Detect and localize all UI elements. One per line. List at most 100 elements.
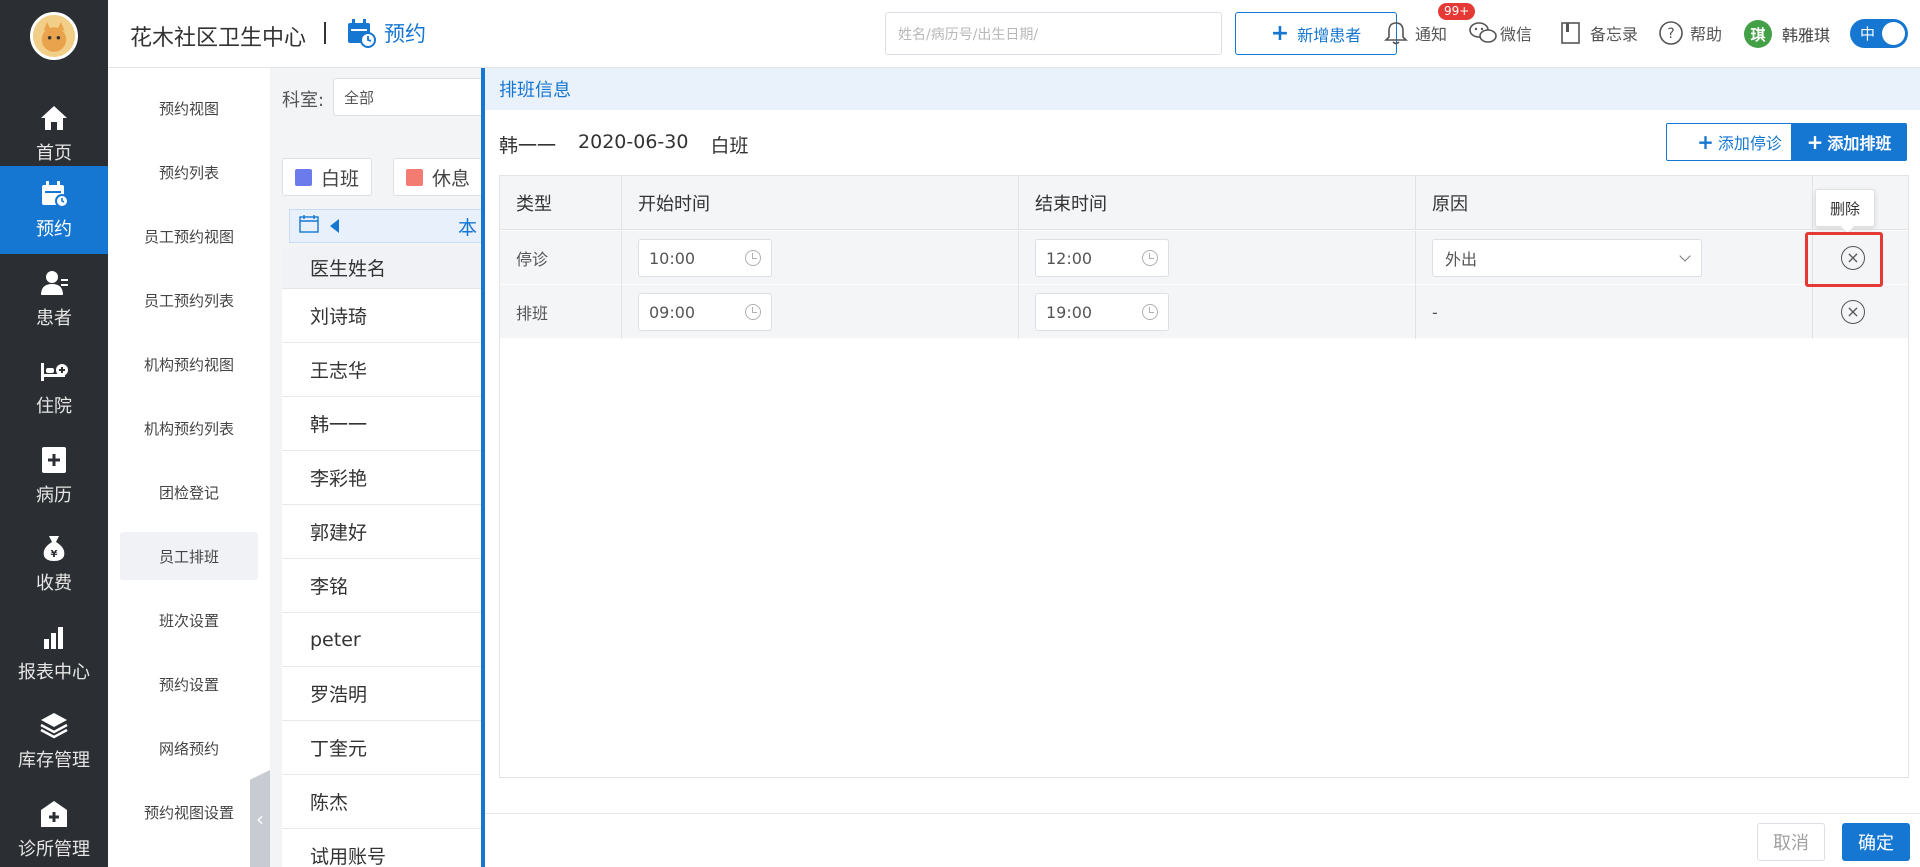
- sub-item-shift-settings[interactable]: 班次设置: [120, 596, 258, 644]
- nav-item-reports[interactable]: 报表中心: [0, 609, 108, 697]
- confirm-button[interactable]: 确定: [1842, 823, 1910, 861]
- table-row[interactable]: 丁奎元: [282, 721, 485, 775]
- prev-week-icon[interactable]: [330, 219, 339, 233]
- end-time-input[interactable]: 19:00: [1035, 293, 1169, 331]
- doctor-table: 医生姓名 刘诗琦 王志华 韩一一 李彩艳 郭建好 李铭 peter 罗浩明 丁奎…: [282, 247, 485, 867]
- money-bag-icon: ¥: [38, 533, 70, 563]
- table-row[interactable]: 李彩艳: [282, 451, 485, 505]
- table-row[interactable]: 试用账号: [282, 829, 485, 867]
- legend-swatch: [406, 168, 423, 186]
- left-nav: 首页 预约 患者 住院 病历 ¥ 收费 报表中心 库存管理 诊所管理: [0, 0, 108, 867]
- sub-item-staff-appointment-list[interactable]: 员工预约列表: [120, 276, 258, 324]
- table-row[interactable]: 李铭: [282, 559, 485, 613]
- sub-item-online-appointment[interactable]: 网络预约: [120, 724, 258, 772]
- dept-select[interactable]: 全部: [333, 78, 485, 116]
- chevron-down-icon: [1679, 250, 1691, 262]
- start-time-input[interactable]: 10:00: [638, 239, 772, 277]
- sub-nav: 预约视图 预约列表 员工预约视图 员工预约列表 机构预约视图 机构预约列表 团检…: [108, 68, 270, 867]
- clock-icon: [745, 304, 761, 320]
- end-time-cell: 19:00: [1019, 285, 1416, 339]
- col-type: 类型: [500, 176, 622, 230]
- schedule-date: 2020-06-30: [578, 131, 689, 153]
- delete-cell: ×: [1813, 285, 1893, 339]
- search-input[interactable]: 姓名/病历号/出生日期/: [885, 12, 1222, 55]
- wechat-button[interactable]: 微信: [1468, 20, 1532, 46]
- nav-item-appointment[interactable]: 预约: [0, 166, 108, 254]
- sub-item-appointment-list[interactable]: 预约列表: [120, 148, 258, 196]
- user-avatar[interactable]: 琪: [1744, 20, 1772, 48]
- cancel-button[interactable]: 取消: [1757, 823, 1825, 861]
- start-time-input[interactable]: 09:00: [638, 293, 772, 331]
- reason-cell: -: [1416, 285, 1813, 339]
- memo-button[interactable]: 备忘录: [1558, 20, 1638, 46]
- sub-item-group-checkup[interactable]: 团检登记: [120, 468, 258, 516]
- col-end: 结束时间: [1019, 176, 1416, 230]
- calendar-icon[interactable]: [298, 214, 320, 238]
- user-name[interactable]: 韩雅琪: [1782, 22, 1830, 46]
- shift-name: 白班: [710, 135, 749, 157]
- clock-icon: [1142, 250, 1158, 266]
- nav-item-clinic[interactable]: 诊所管理: [0, 786, 108, 867]
- delete-icon[interactable]: ×: [1841, 300, 1865, 324]
- toggle-knob: [1882, 22, 1905, 45]
- sub-item-appointment-view[interactable]: 预约视图: [120, 84, 258, 132]
- nav-item-billing[interactable]: ¥ 收费: [0, 520, 108, 608]
- start-time-cell: 10:00: [622, 231, 1019, 285]
- svg-text:?: ?: [1667, 26, 1674, 42]
- table-row[interactable]: 罗浩明: [282, 667, 485, 721]
- schedule-summary: 韩一一 2020-06-30 白班: [499, 131, 748, 158]
- patient-icon: [38, 268, 70, 298]
- help-button[interactable]: ? 帮助: [1658, 20, 1722, 46]
- table-row[interactable]: 刘诗琦: [282, 289, 485, 343]
- table-row: 排班 09:00 19:00 - ×: [500, 285, 1908, 339]
- add-patient-button[interactable]: + 新增患者: [1235, 12, 1397, 55]
- delete-highlight: [1805, 232, 1883, 287]
- legend-rest: 休息: [393, 158, 484, 196]
- language-toggle[interactable]: 中: [1850, 19, 1908, 48]
- col-start: 开始时间: [622, 176, 1019, 230]
- home-icon: [38, 103, 70, 133]
- table-row[interactable]: peter: [282, 613, 485, 667]
- clinic-icon: [38, 799, 70, 829]
- org-name: 花木社区卫生中心: [130, 26, 307, 51]
- legend-day-shift: 白班: [282, 158, 373, 196]
- collapse-sidebar-button[interactable]: ‹: [250, 770, 270, 867]
- layers-icon: [38, 710, 70, 740]
- schedule-list-area: 科室: 全部 白班 休息 本 医生姓名 刘诗琦 王志华 韩一一 李彩艳 郭建好 …: [270, 68, 485, 867]
- table-row[interactable]: 王志华: [282, 343, 485, 397]
- nav-item-inventory[interactable]: 库存管理: [0, 697, 108, 785]
- notification-button[interactable]: 通知: [1383, 20, 1447, 46]
- end-time-input[interactable]: 12:00: [1035, 239, 1169, 277]
- sub-item-org-appointment-view[interactable]: 机构预约视图: [120, 340, 258, 388]
- nav-item-inpatient[interactable]: 住院: [0, 343, 108, 431]
- table-row[interactable]: 陈杰: [282, 775, 485, 829]
- panel-footer: 取消 确定: [485, 813, 1920, 867]
- table-header: 类型 开始时间 结束时间 原因: [500, 176, 1908, 230]
- table-row[interactable]: 韩一一: [282, 397, 485, 451]
- reason-select[interactable]: 外出: [1432, 239, 1702, 277]
- section-title: 预约: [346, 18, 426, 48]
- panel-title: 排班信息: [485, 68, 1920, 110]
- nav-item-patient[interactable]: 患者: [0, 255, 108, 343]
- table-row[interactable]: 郭建好: [282, 505, 485, 559]
- col-reason: 原因: [1416, 176, 1813, 230]
- calendar-icon: [38, 179, 70, 209]
- nav-item-home[interactable]: 首页: [0, 90, 108, 178]
- header-divider: [324, 22, 326, 44]
- sub-item-org-appointment-list[interactable]: 机构预约列表: [120, 404, 258, 452]
- clock-icon: [1142, 304, 1158, 320]
- sub-item-view-settings[interactable]: 预约视图设置: [120, 788, 258, 836]
- end-time-cell: 12:00: [1019, 231, 1416, 285]
- medical-record-icon: [38, 445, 70, 475]
- sub-item-appointment-settings[interactable]: 预约设置: [120, 660, 258, 708]
- schedule-info-panel: 排班信息 韩一一 2020-06-30 白班 + 添加停诊 + 添加排班 类型 开始…: [481, 68, 1920, 867]
- add-shift-button[interactable]: + 添加排班: [1791, 123, 1907, 161]
- week-navigator: 本: [289, 209, 485, 243]
- legend-swatch: [295, 168, 312, 186]
- avatar[interactable]: [30, 12, 78, 60]
- sub-item-staff-schedule[interactable]: 员工排班: [120, 532, 258, 580]
- dept-label: 科室:: [282, 90, 325, 111]
- nav-item-medical-record[interactable]: 病历: [0, 432, 108, 520]
- sub-item-staff-appointment-view[interactable]: 员工预约视图: [120, 212, 258, 260]
- calendar-clock-icon: [346, 18, 376, 48]
